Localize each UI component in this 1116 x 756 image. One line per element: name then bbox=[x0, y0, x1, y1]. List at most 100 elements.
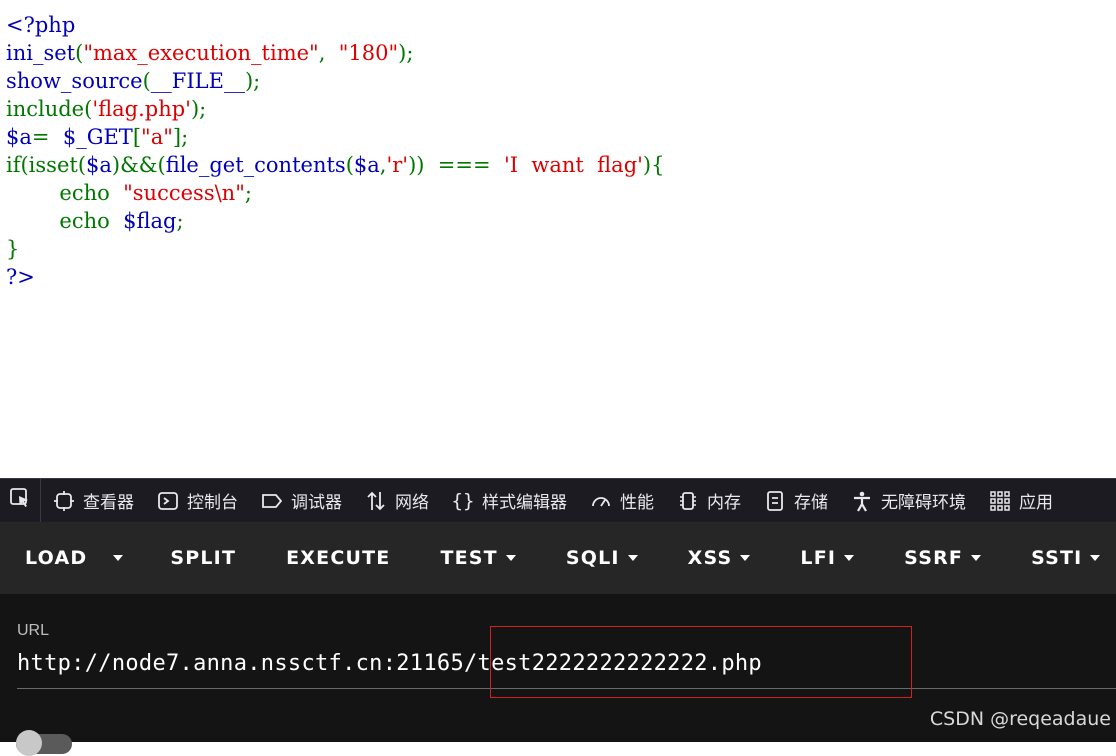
tab-performance[interactable]: 性能 bbox=[578, 479, 665, 522]
kw-echo: echo bbox=[59, 181, 124, 205]
paren: ); bbox=[398, 41, 414, 65]
devtools-toolbar: 查看器 控制台 调试器 网络 {} 样式编辑器 性能 内存 存储 无障碍环境 应… bbox=[0, 478, 1116, 522]
tab-apps[interactable]: 应用 bbox=[977, 479, 1064, 522]
code-line-4: include('flag.php'); bbox=[6, 95, 664, 123]
load-button[interactable]: LOAD bbox=[0, 522, 101, 594]
split-label: SPLIT bbox=[170, 547, 237, 569]
test-menu-button[interactable]: TEST bbox=[415, 522, 540, 594]
xss-label: XSS bbox=[687, 547, 733, 569]
tab-performance-label: 性能 bbox=[620, 493, 654, 513]
test-label: TEST bbox=[440, 547, 498, 569]
memory-icon bbox=[676, 489, 700, 513]
var-a: $a bbox=[86, 153, 112, 177]
kw-include: include bbox=[6, 97, 85, 121]
accessibility-icon bbox=[850, 489, 874, 513]
bracket: ]; bbox=[172, 125, 189, 149]
toggle-knob[interactable] bbox=[16, 730, 42, 756]
brace: ){ bbox=[642, 153, 665, 177]
tab-debugger[interactable]: 调试器 bbox=[249, 479, 353, 522]
tab-console-label: 控制台 bbox=[187, 493, 238, 513]
php-source: <?php ini_set("max_execution_time", "180"… bbox=[6, 11, 664, 291]
ssrf-menu-button[interactable]: SSRF bbox=[879, 522, 1006, 594]
tab-memory[interactable]: 内存 bbox=[665, 479, 752, 522]
tab-memory-label: 内存 bbox=[707, 493, 741, 513]
ssti-menu-button[interactable]: SSTI bbox=[1006, 522, 1116, 594]
tab-inspector[interactable]: 查看器 bbox=[41, 479, 145, 522]
debugger-icon bbox=[260, 489, 284, 513]
operator: )&&( bbox=[111, 153, 166, 177]
element-picker-button[interactable] bbox=[0, 479, 41, 522]
element-picker-icon bbox=[9, 487, 31, 514]
code-line-6: if(isset($a)&&(file_get_contents($a,'r')… bbox=[6, 151, 664, 179]
chevron-down-icon bbox=[740, 555, 751, 561]
php-close-tag: ?> bbox=[6, 265, 35, 289]
string-literal: "success\n" bbox=[123, 181, 245, 205]
xss-menu-button[interactable]: XSS bbox=[663, 522, 776, 594]
string-literal: "180" bbox=[338, 41, 399, 65]
chevron-down-icon bbox=[113, 555, 124, 561]
console-icon bbox=[156, 489, 180, 513]
paren: ); bbox=[244, 69, 261, 93]
hackbar-menu: LOAD SPLIT EXECUTE TEST SQLI XSS LFI SSR… bbox=[0, 522, 1116, 594]
code-line-8: echo $flag; bbox=[6, 207, 664, 235]
comma: , bbox=[318, 41, 339, 65]
execute-button[interactable]: EXECUTE bbox=[261, 522, 415, 594]
string-literal: 'I want flag' bbox=[503, 153, 643, 177]
chevron-down-icon bbox=[844, 555, 855, 561]
bracket: [ bbox=[132, 125, 142, 149]
tab-network-label: 网络 bbox=[395, 493, 429, 513]
style-editor-icon: {} bbox=[451, 489, 475, 512]
watermark: CSDN @reqeadaue bbox=[929, 708, 1111, 730]
network-icon bbox=[364, 489, 388, 513]
chevron-down-icon bbox=[971, 555, 982, 561]
chevron-down-icon bbox=[1090, 555, 1101, 561]
fn-file-get-contents: file_get_contents bbox=[165, 153, 346, 177]
paren: ( bbox=[142, 69, 151, 93]
fn-show-source: show_source bbox=[6, 69, 143, 93]
operator: = bbox=[31, 125, 63, 149]
tab-inspector-label: 查看器 bbox=[83, 493, 134, 513]
tab-debugger-label: 调试器 bbox=[291, 493, 342, 513]
string-literal: 'r' bbox=[386, 153, 409, 177]
tab-accessibility-label: 无障碍环境 bbox=[881, 493, 966, 513]
paren: ); bbox=[190, 97, 207, 121]
var-a: $a bbox=[353, 153, 380, 177]
tab-network[interactable]: 网络 bbox=[353, 479, 440, 522]
kw-echo: echo bbox=[59, 209, 124, 233]
ssti-label: SSTI bbox=[1031, 547, 1083, 569]
code-line-2: ini_set("max_execution_time", "180"); bbox=[6, 39, 664, 67]
url-field-label: URL bbox=[17, 622, 50, 639]
var-flag: $flag bbox=[123, 209, 177, 233]
ssrf-label: SSRF bbox=[904, 547, 964, 569]
paren: ( bbox=[345, 153, 354, 177]
tab-style-editor-label: 样式编辑器 bbox=[482, 493, 567, 513]
inspector-icon bbox=[52, 489, 76, 513]
sqli-label: SQLI bbox=[565, 547, 620, 569]
load-label: LOAD bbox=[25, 547, 88, 569]
operator: )) === bbox=[408, 153, 504, 177]
semicolon: ; bbox=[176, 209, 184, 233]
code-line-9: } bbox=[6, 235, 664, 263]
semicolon: ; bbox=[244, 181, 252, 205]
split-button[interactable]: SPLIT bbox=[145, 522, 261, 594]
php-open-tag: <?php bbox=[6, 13, 76, 37]
tab-style-editor[interactable]: {} 样式编辑器 bbox=[440, 479, 578, 522]
lfi-menu-button[interactable]: LFI bbox=[775, 522, 879, 594]
tab-accessibility[interactable]: 无障碍环境 bbox=[839, 479, 977, 522]
sqli-menu-button[interactable]: SQLI bbox=[541, 522, 663, 594]
string-literal: "max_execution_time" bbox=[83, 41, 319, 65]
tab-storage[interactable]: 存储 bbox=[752, 479, 839, 522]
load-dropdown-button[interactable] bbox=[101, 522, 145, 594]
kw-if-isset: if(isset( bbox=[6, 153, 87, 177]
tab-console[interactable]: 控制台 bbox=[145, 479, 249, 522]
apps-icon bbox=[988, 489, 1012, 513]
code-line-10: ?> bbox=[6, 263, 664, 291]
code-line-3: show_source(__FILE__); bbox=[6, 67, 664, 95]
code-line-7: echo "success\n"; bbox=[6, 179, 664, 207]
fn-ini-set: ini_set bbox=[6, 41, 76, 65]
const-file: __FILE__ bbox=[150, 69, 245, 93]
code-line-1: <?php bbox=[6, 11, 664, 39]
storage-icon bbox=[763, 489, 787, 513]
